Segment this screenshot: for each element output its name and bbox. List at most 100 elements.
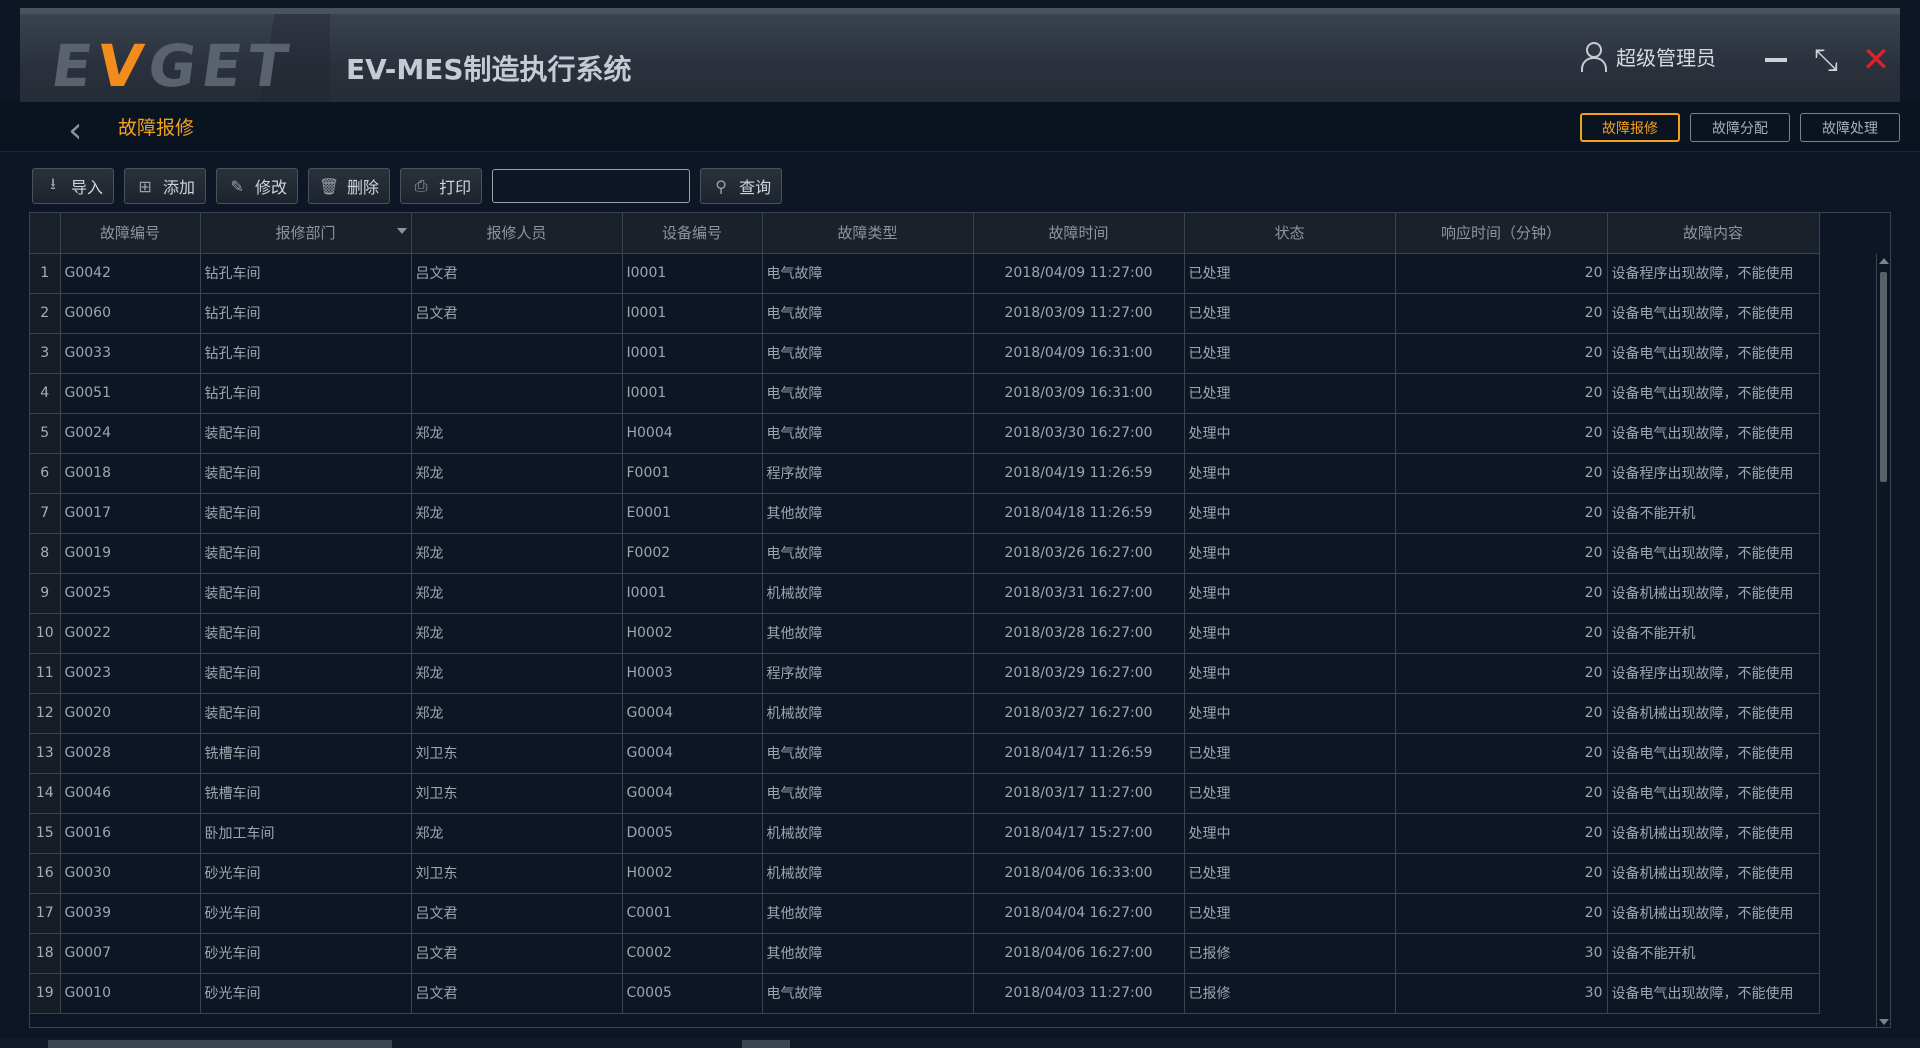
table-cell[interactable]: 已报修 bbox=[1184, 933, 1396, 974]
table-cell[interactable]: 吕文君 bbox=[411, 293, 623, 334]
table-cell[interactable]: 20 bbox=[1395, 893, 1608, 934]
table-cell[interactable]: 2018/04/06 16:27:00 bbox=[973, 933, 1185, 974]
table-cell[interactable]: 电气故障 bbox=[762, 413, 974, 454]
table-cell[interactable]: I0001 bbox=[622, 293, 763, 334]
table-cell[interactable]: 砂光车间 bbox=[200, 933, 412, 974]
table-cell[interactable]: 其他故障 bbox=[762, 933, 974, 974]
table-cell[interactable]: 郑龙 bbox=[411, 813, 623, 854]
column-header[interactable]: 状态 bbox=[1184, 213, 1396, 254]
table-cell[interactable]: F0001 bbox=[622, 453, 763, 494]
table-cell[interactable]: 处理中 bbox=[1184, 413, 1396, 454]
table-cell[interactable]: 2018/03/09 16:31:00 bbox=[973, 373, 1185, 414]
table-row[interactable]: 12 G0020 装配车间 郑龙 G0004 机械故障 2018/03/27 16:27:0… bbox=[30, 693, 1820, 734]
table-cell[interactable]: 吕文君 bbox=[411, 253, 623, 294]
table-cell[interactable]: 20 bbox=[1395, 493, 1608, 534]
table-cell[interactable]: G0025 bbox=[60, 573, 201, 614]
import-button[interactable]: ⭳ 导入 bbox=[32, 168, 115, 204]
table-cell[interactable]: G0018 bbox=[60, 453, 201, 494]
table-cell[interactable]: 砂光车间 bbox=[200, 893, 412, 934]
table-cell[interactable]: 设备不能开机 bbox=[1607, 613, 1820, 654]
table-cell[interactable]: 郑龙 bbox=[411, 493, 623, 534]
table-cell[interactable]: 2018/03/29 16:27:00 bbox=[973, 653, 1185, 694]
table-cell[interactable]: 处理中 bbox=[1184, 573, 1396, 614]
table-cell[interactable]: F0002 bbox=[622, 533, 763, 574]
horizontal-scrollbar[interactable] bbox=[0, 1038, 1920, 1048]
column-header[interactable]: 设备编号 bbox=[622, 213, 763, 254]
table-cell[interactable]: G0024 bbox=[60, 413, 201, 454]
table-cell[interactable]: 已处理 bbox=[1184, 253, 1396, 294]
column-header[interactable]: 故障内容 bbox=[1607, 213, 1820, 254]
tab-fault-assign[interactable]: 故障分配 bbox=[1690, 113, 1790, 142]
table-cell[interactable]: 2018/03/28 16:27:00 bbox=[973, 613, 1185, 654]
search-input[interactable] bbox=[492, 169, 691, 203]
table-cell[interactable]: 已报修 bbox=[1184, 973, 1396, 1014]
table-cell[interactable]: 装配车间 bbox=[200, 493, 412, 534]
table-row[interactable]: 1 G0042 钻孔车间 吕文君 I0001 电气故障 2018/04/09 11:27:0… bbox=[30, 253, 1820, 294]
table-cell[interactable]: 卧加工车间 bbox=[200, 813, 412, 854]
table-cell[interactable]: 电气故障 bbox=[762, 253, 974, 294]
table-cell[interactable]: 砂光车间 bbox=[200, 973, 412, 1014]
table-cell[interactable]: 程序故障 bbox=[762, 653, 974, 694]
table-cell[interactable]: 设备电气出现故障，不能使用 bbox=[1607, 293, 1820, 334]
table-cell[interactable]: C0002 bbox=[622, 933, 763, 974]
table-cell[interactable]: G0004 bbox=[622, 733, 763, 774]
table-cell[interactable]: 20 bbox=[1395, 693, 1608, 734]
table-cell[interactable]: G0030 bbox=[60, 853, 201, 894]
table-cell[interactable]: I0001 bbox=[622, 573, 763, 614]
table-cell[interactable]: 设备不能开机 bbox=[1607, 933, 1820, 974]
delete-button[interactable]: 🗑 删除 bbox=[308, 168, 391, 204]
table-cell[interactable]: 郑龙 bbox=[411, 573, 623, 614]
table-cell[interactable]: 2018/04/18 11:26:59 bbox=[973, 493, 1185, 534]
table-cell[interactable]: C0001 bbox=[622, 893, 763, 934]
table-cell[interactable]: 设备电气出现故障，不能使用 bbox=[1607, 773, 1820, 814]
table-cell[interactable]: 设备机械出现故障，不能使用 bbox=[1607, 853, 1820, 894]
table-cell[interactable]: 装配车间 bbox=[200, 533, 412, 574]
table-cell[interactable]: 设备不能开机 bbox=[1607, 493, 1820, 534]
column-header[interactable]: 报修人员 bbox=[411, 213, 623, 254]
table-row[interactable]: 11 G0023 装配车间 郑龙 H0003 程序故障 2018/03/29 16:27:0… bbox=[30, 653, 1820, 694]
table-cell[interactable]: 程序故障 bbox=[762, 453, 974, 494]
table-cell[interactable]: 吕文君 bbox=[411, 973, 623, 1014]
table-cell[interactable]: 处理中 bbox=[1184, 533, 1396, 574]
table-cell[interactable]: 2018/03/27 16:27:00 bbox=[973, 693, 1185, 734]
tab-fault-handle[interactable]: 故障处理 bbox=[1800, 113, 1900, 142]
table-cell[interactable]: 设备电气出现故障，不能使用 bbox=[1607, 413, 1820, 454]
add-button[interactable]: ⊞ 添加 bbox=[124, 168, 207, 204]
table-cell[interactable]: E0001 bbox=[622, 493, 763, 534]
query-button[interactable]: ⚲ 查询 bbox=[700, 168, 783, 204]
table-cell[interactable]: G0004 bbox=[622, 773, 763, 814]
table-row[interactable]: 6 G0018 装配车间 郑龙 F0001 程序故障 2018/04/19 11:26:59… bbox=[30, 453, 1820, 494]
table-cell[interactable]: 20 bbox=[1395, 373, 1608, 414]
table-cell[interactable]: 已处理 bbox=[1184, 333, 1396, 374]
table-cell[interactable]: C0005 bbox=[622, 973, 763, 1014]
scroll-segment[interactable] bbox=[742, 1040, 790, 1048]
table-cell[interactable]: 2018/03/17 11:27:00 bbox=[973, 773, 1185, 814]
table-cell[interactable]: 装配车间 bbox=[200, 653, 412, 694]
table-row[interactable]: 15 G0016 卧加工车间 郑龙 D0005 机械故障 2018/04/17 15:27:… bbox=[30, 813, 1820, 854]
table-cell[interactable]: 已处理 bbox=[1184, 293, 1396, 334]
table-cell[interactable]: 钻孔车间 bbox=[200, 293, 412, 334]
table-cell[interactable]: G0007 bbox=[60, 933, 201, 974]
restore-button[interactable]: ⤡ bbox=[1810, 43, 1842, 78]
table-cell[interactable]: 铣槽车间 bbox=[200, 773, 412, 814]
table-cell[interactable]: 2018/03/30 16:27:00 bbox=[973, 413, 1185, 454]
table-cell[interactable]: G0023 bbox=[60, 653, 201, 694]
table-cell[interactable]: 郑龙 bbox=[411, 693, 623, 734]
table-cell[interactable]: 30 bbox=[1395, 933, 1608, 974]
table-cell[interactable]: G0042 bbox=[60, 253, 201, 294]
table-cell[interactable]: 机械故障 bbox=[762, 813, 974, 854]
table-cell[interactable]: 2018/03/26 16:27:00 bbox=[973, 533, 1185, 574]
table-cell[interactable]: 2018/04/03 11:27:00 bbox=[973, 973, 1185, 1014]
table-cell[interactable]: 20 bbox=[1395, 533, 1608, 574]
table-cell[interactable]: 铣槽车间 bbox=[200, 733, 412, 774]
table-cell[interactable]: 设备机械出现故障，不能使用 bbox=[1607, 573, 1820, 614]
table-cell[interactable]: 2018/04/06 16:33:00 bbox=[973, 853, 1185, 894]
table-cell[interactable]: G0060 bbox=[60, 293, 201, 334]
scroll-thumb[interactable] bbox=[1880, 272, 1887, 482]
column-header[interactable]: 响应时间（分钟） bbox=[1395, 213, 1608, 254]
table-cell[interactable]: 装配车间 bbox=[200, 453, 412, 494]
table-cell[interactable]: 钻孔车间 bbox=[200, 333, 412, 374]
table-cell[interactable]: G0020 bbox=[60, 693, 201, 734]
table-cell[interactable]: 电气故障 bbox=[762, 533, 974, 574]
table-cell[interactable]: 装配车间 bbox=[200, 413, 412, 454]
